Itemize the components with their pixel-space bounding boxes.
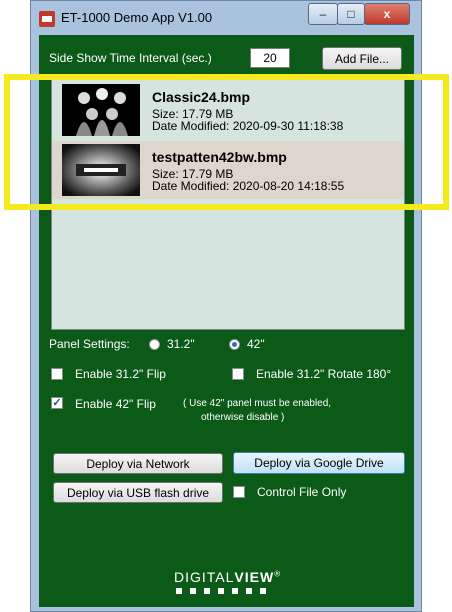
file-list[interactable]: Classic24.bmp Size: 17.79 MB Date Modifi…	[51, 78, 405, 330]
title-bar[interactable]: ET-1000 Demo App V1.00 – □ x	[31, 1, 421, 35]
panel-42-label: 42"	[247, 337, 265, 351]
app-window: ET-1000 Demo App V1.00 – □ x Side Show T…	[30, 0, 422, 612]
panel-settings-label: Panel Settings:	[49, 337, 130, 351]
app-icon	[39, 11, 55, 27]
logo-mark: ®	[274, 569, 282, 579]
rotate-31-label: Enable 31.2" Rotate 180°	[256, 367, 392, 381]
flip-31-label: Enable 31.2" Flip	[75, 367, 166, 381]
maximize-button[interactable]: □	[337, 3, 365, 25]
flip-42-label: Enable 42" Flip	[75, 397, 156, 411]
file-date: Date Modified: 2020-08-20 14:18:55	[152, 179, 345, 193]
list-item[interactable]: Classic24.bmp Size: 17.79 MB Date Modifi…	[52, 81, 404, 139]
deploy-usb-button[interactable]: Deploy via USB flash drive	[53, 482, 223, 503]
group-photo-thumbnail-icon	[62, 84, 140, 136]
logo-text-light: DIGITAL	[174, 569, 235, 585]
minimize-button[interactable]: –	[308, 3, 338, 25]
flip-31-checkbox[interactable]	[51, 368, 63, 380]
file-date: Date Modified: 2020-09-30 11:18:38	[152, 119, 344, 133]
file-name: Classic24.bmp	[152, 89, 251, 105]
add-file-button[interactable]: Add File...	[322, 47, 402, 70]
digitalview-logo: DIGITALVIEW®	[174, 569, 281, 585]
flip-42-note-line2: otherwise disable )	[201, 412, 285, 423]
close-button[interactable]: x	[364, 3, 410, 25]
list-item[interactable]: testpatten42bw.bmp Size: 17.79 MB Date M…	[52, 141, 404, 199]
control-file-checkbox[interactable]	[233, 486, 245, 498]
flip-42-note-line1: ( Use 42" panel must be enabled,	[183, 398, 332, 409]
rotate-31-checkbox[interactable]	[232, 368, 244, 380]
flip-42-checkbox[interactable]: ✓	[51, 397, 63, 409]
interval-label: Side Show Time Interval (sec.)	[49, 51, 212, 65]
control-file-label: Control File Only	[257, 485, 347, 499]
test-pattern-thumbnail-icon	[62, 144, 140, 196]
panel-42-radio[interactable]	[229, 339, 240, 350]
main-panel: Side Show Time Interval (sec.) 20 Add Fi…	[39, 35, 414, 607]
file-name: testpatten42bw.bmp	[152, 149, 287, 165]
panel-31-label: 31.2"	[167, 337, 195, 351]
deploy-network-button[interactable]: Deploy via Network	[53, 453, 223, 474]
window-title: ET-1000 Demo App V1.00	[61, 10, 213, 25]
deploy-google-drive-button[interactable]: Deploy via Google Drive	[233, 452, 405, 474]
interval-input[interactable]: 20	[250, 48, 290, 68]
logo-text-bold: VIEW	[234, 569, 275, 585]
logo-dots-icon	[176, 588, 276, 594]
panel-31-radio[interactable]	[149, 339, 160, 350]
